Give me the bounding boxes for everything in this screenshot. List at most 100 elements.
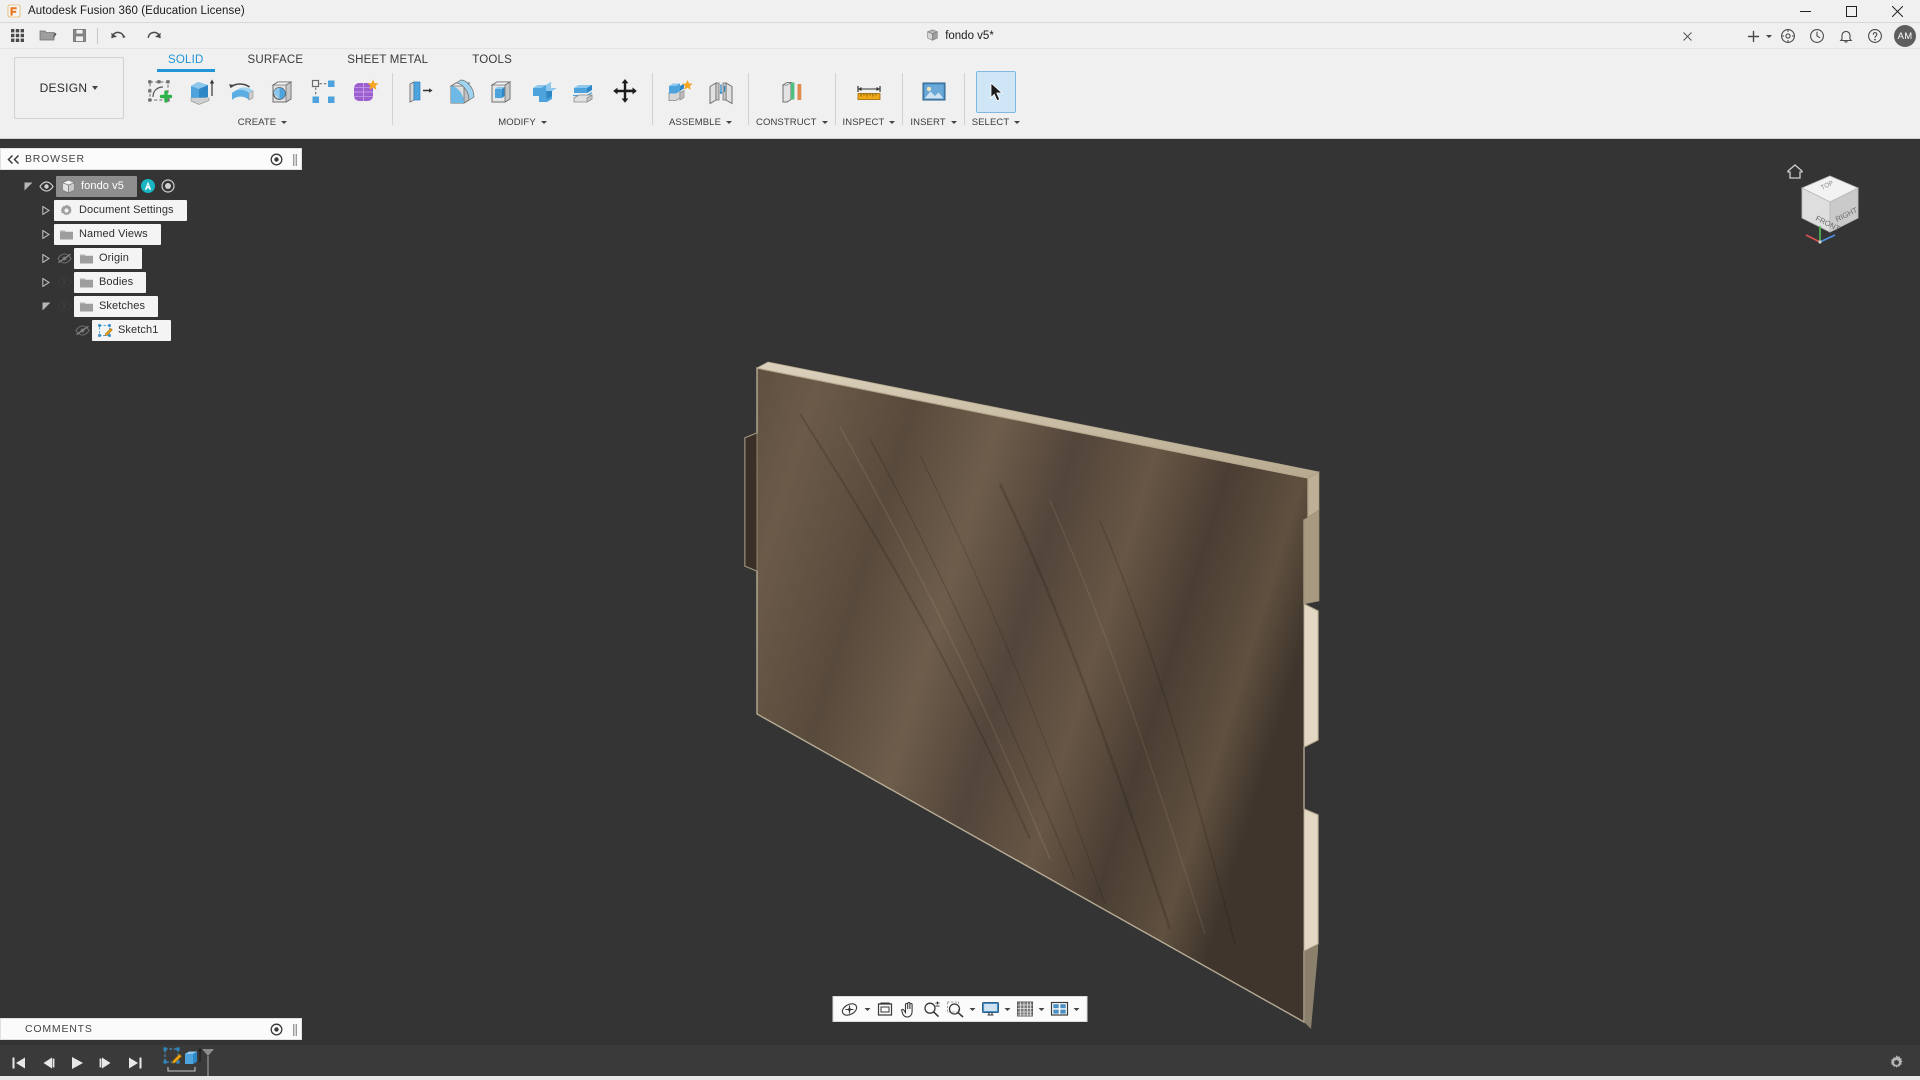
joint-icon[interactable] — [701, 71, 741, 113]
help-icon[interactable] — [1861, 24, 1889, 48]
tree-row-document-settings[interactable]: Document Settings — [0, 198, 302, 222]
zoom-icon[interactable] — [920, 997, 944, 1021]
move-copy-icon[interactable] — [605, 71, 645, 113]
expand-arrow-expanded-icon[interactable] — [20, 174, 36, 198]
expand-arrow-collapsed-icon[interactable] — [38, 270, 54, 294]
visibility-eye-icon[interactable] — [54, 301, 74, 312]
expand-arrow-expanded-icon[interactable] — [38, 294, 54, 318]
document-tab[interactable]: fondo v5* — [926, 23, 994, 49]
visibility-eye-hidden-icon[interactable] — [54, 253, 74, 264]
revolve-icon[interactable] — [222, 71, 262, 113]
folder-icon — [59, 228, 74, 241]
tree-label-document-settings[interactable]: Document Settings — [54, 200, 187, 221]
tab-sheet-metal[interactable]: SHEET METAL — [325, 54, 450, 67]
tree-row-fondo-v5[interactable]: fondo v5 — [0, 174, 302, 198]
visibility-eye-icon[interactable] — [36, 181, 56, 192]
activate-radio[interactable] — [161, 179, 175, 193]
app-grid-icon[interactable] — [4, 24, 30, 48]
go-to-beginning-icon[interactable] — [9, 1053, 29, 1073]
fillet-icon[interactable] — [441, 71, 481, 113]
offset-plane-icon[interactable] — [772, 71, 812, 113]
tree-row-sketches[interactable]: Sketches — [0, 294, 302, 318]
expand-arrow-collapsed-icon[interactable] — [38, 198, 54, 222]
redo-icon[interactable] — [138, 24, 172, 48]
tab-solid[interactable]: SOLID — [146, 54, 226, 67]
expand-arrow-collapsed-icon[interactable] — [38, 246, 54, 270]
tree-label-bodies[interactable]: Bodies — [74, 272, 146, 293]
display-settings-icon[interactable] — [979, 997, 1014, 1021]
panel-inspect-label[interactable]: INSPECT — [843, 117, 896, 128]
workspace-canvas[interactable]: BROWSER — [0, 139, 1920, 1080]
play-icon[interactable] — [67, 1053, 87, 1073]
zoom-window-icon[interactable] — [944, 997, 979, 1021]
visibility-eye-icon[interactable] — [54, 277, 74, 288]
panel-options-icon[interactable] — [270, 153, 283, 166]
view-cube[interactable]: FRONT RIGHT TOP — [1782, 156, 1878, 252]
pan-icon[interactable] — [897, 997, 920, 1021]
tab-tools[interactable]: TOOLS — [450, 54, 534, 67]
orbit-icon[interactable] — [838, 997, 874, 1021]
expand-arrow-collapsed-icon[interactable] — [38, 222, 54, 246]
browser-header: BROWSER — [0, 148, 302, 170]
panel-resize-grip[interactable] — [293, 153, 297, 165]
sweep-icon[interactable] — [263, 71, 303, 113]
tab-surface[interactable]: SURFACE — [226, 54, 326, 67]
panel-modify-label[interactable]: MODIFY — [498, 117, 547, 128]
bell-icon[interactable] — [1832, 24, 1860, 48]
grid-snaps-icon[interactable] — [1014, 997, 1048, 1021]
new-tab-plus-icon[interactable] — [1745, 24, 1773, 48]
panel-options-icon[interactable] — [270, 1023, 283, 1036]
job-status-icon[interactable] — [1803, 24, 1831, 48]
create-sketch-icon[interactable] — [140, 71, 180, 113]
comments-title: COMMENTS — [1, 1023, 93, 1035]
new-component-icon[interactable] — [660, 71, 700, 113]
autodesk-a-badge[interactable] — [140, 178, 156, 194]
open-folder-icon[interactable] — [31, 24, 65, 48]
save-icon[interactable] — [66, 24, 92, 48]
select-cursor-icon[interactable] — [976, 71, 1016, 113]
panel-insert-label[interactable]: INSERT — [910, 117, 956, 128]
collapse-left-icon[interactable] — [1, 155, 25, 164]
split-face-icon[interactable] — [564, 71, 604, 113]
extrude-icon[interactable] — [181, 71, 221, 113]
combine-icon[interactable] — [523, 71, 563, 113]
tree-label-named-views[interactable]: Named Views — [54, 224, 161, 245]
panel-create-label[interactable]: CREATE — [238, 117, 287, 128]
comments-panel[interactable]: COMMENTS — [0, 1018, 302, 1040]
document-tab-close-button[interactable] — [1683, 23, 1692, 49]
panel-construct-label[interactable]: CONSTRUCT — [756, 117, 828, 128]
tree-label-origin[interactable]: Origin — [74, 248, 142, 269]
tree-row-origin[interactable]: Origin — [0, 246, 302, 270]
tree-row-sketch1[interactable]: Sketch1 — [0, 318, 302, 342]
workspace-selector[interactable]: DESIGN — [14, 57, 124, 119]
tree-row-named-views[interactable]: Named Views — [0, 222, 302, 246]
tree-label-fondo-v5[interactable]: fondo v5 — [56, 176, 137, 197]
panel-resize-grip[interactable] — [293, 1023, 297, 1035]
step-forward-icon[interactable] — [96, 1053, 116, 1073]
extensions-icon[interactable] — [1774, 24, 1802, 48]
panel-assemble-label[interactable]: ASSEMBLE — [669, 117, 732, 128]
close-button[interactable] — [1874, 0, 1920, 23]
avatar[interactable]: AM — [1894, 25, 1916, 47]
pattern-icon[interactable] — [304, 71, 344, 113]
visibility-eye-hidden-icon[interactable] — [72, 325, 92, 336]
go-to-end-icon[interactable] — [125, 1053, 145, 1073]
look-at-icon[interactable] — [874, 997, 897, 1021]
viewports-icon[interactable] — [1048, 997, 1083, 1021]
minimize-button[interactable] — [1782, 0, 1828, 23]
timeline-features — [162, 1048, 228, 1078]
tree-label-sketch1[interactable]: Sketch1 — [92, 320, 171, 341]
timeline-settings-gear-icon[interactable] — [1886, 1053, 1906, 1073]
shell-icon[interactable] — [482, 71, 522, 113]
insert-image-icon[interactable] — [914, 71, 954, 113]
panel-select-label[interactable]: SELECT — [972, 117, 1021, 128]
measure-icon[interactable] — [849, 71, 889, 113]
press-pull-icon[interactable] — [400, 71, 440, 113]
form-icon[interactable] — [345, 71, 385, 113]
tree-row-bodies[interactable]: Bodies — [0, 270, 302, 294]
undo-icon[interactable] — [103, 24, 137, 48]
folder-icon — [79, 252, 94, 265]
step-back-icon[interactable] — [38, 1053, 58, 1073]
maximize-button[interactable] — [1828, 0, 1874, 23]
tree-label-sketches[interactable]: Sketches — [74, 296, 158, 317]
